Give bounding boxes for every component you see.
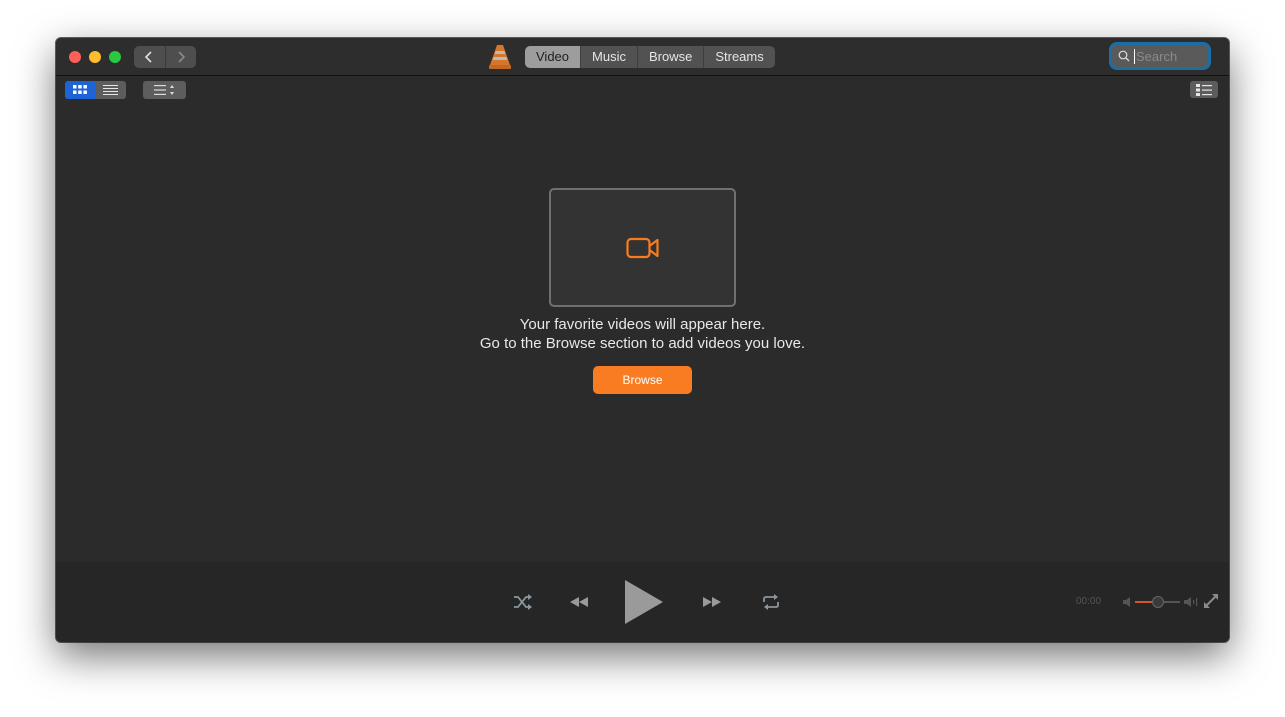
fast-forward-icon: [703, 597, 721, 607]
empty-library-placeholder: [549, 188, 736, 307]
volume-slider-knob[interactable]: [1151, 596, 1164, 608]
volume-slider[interactable]: [1135, 596, 1180, 608]
shuffle-icon: [514, 594, 532, 610]
volume-high-icon: [1184, 597, 1198, 607]
rewind-button[interactable]: [568, 562, 590, 642]
minimize-window-button[interactable]: [89, 51, 101, 63]
grid-view-button[interactable]: [65, 81, 96, 99]
search-field[interactable]: [1112, 45, 1208, 67]
shuffle-button[interactable]: [512, 562, 534, 642]
vlc-cone-logo-icon: [489, 45, 511, 69]
repeat-button[interactable]: [760, 562, 782, 642]
tab-video[interactable]: Video: [525, 46, 581, 68]
view-mode-toggle: [65, 81, 126, 99]
fullscreen-icon: [1204, 594, 1218, 608]
empty-state-line-1: Your favorite videos will appear here.: [519, 316, 766, 333]
list-view-button[interactable]: [95, 81, 126, 99]
fullscreen-button[interactable]: [1202, 592, 1220, 610]
chevron-left-icon: [145, 51, 152, 63]
vlc-window: Video Music Browse Streams Search Your f…: [56, 38, 1229, 642]
search-icon: [1118, 50, 1130, 62]
search-input[interactable]: [1134, 48, 1206, 64]
toggle-sidebar-button[interactable]: [1190, 81, 1218, 98]
back-button[interactable]: [134, 46, 165, 68]
volume-low-icon: [1123, 597, 1130, 607]
video-camera-icon: [625, 237, 659, 258]
tab-streams[interactable]: Streams: [703, 46, 774, 68]
close-window-button[interactable]: [69, 51, 81, 63]
rewind-icon: [570, 597, 588, 607]
tab-music[interactable]: Music: [580, 46, 637, 68]
section-tabs: Video Music Browse Streams: [525, 46, 775, 68]
forward-button[interactable]: [164, 46, 197, 68]
empty-state-message: Your favorite videos will appear here. G…: [56, 315, 1229, 353]
browse-button[interactable]: Browse: [593, 366, 692, 394]
navigation-group: [134, 46, 196, 68]
list-icon: [103, 85, 119, 95]
chevron-right-icon: [178, 51, 185, 63]
sidebar-list-icon: [1196, 83, 1212, 96]
grid-icon: [73, 85, 88, 94]
library-toolbar: [56, 76, 1229, 104]
player-controls-bar: 00:00: [56, 562, 1229, 642]
play-button[interactable]: [622, 562, 666, 642]
play-icon: [625, 580, 663, 624]
maximize-window-button[interactable]: [109, 51, 121, 63]
titlebar: Video Music Browse Streams: [56, 38, 1229, 76]
repeat-icon: [763, 594, 779, 610]
empty-state-line-2: Go to the Browse section to add videos y…: [479, 335, 806, 352]
time-display: 00:00: [1076, 596, 1102, 607]
fast-forward-button[interactable]: [701, 562, 723, 642]
sort-menu-icon: [153, 85, 174, 95]
tab-browse[interactable]: Browse: [636, 46, 703, 68]
sort-button[interactable]: [143, 81, 186, 99]
